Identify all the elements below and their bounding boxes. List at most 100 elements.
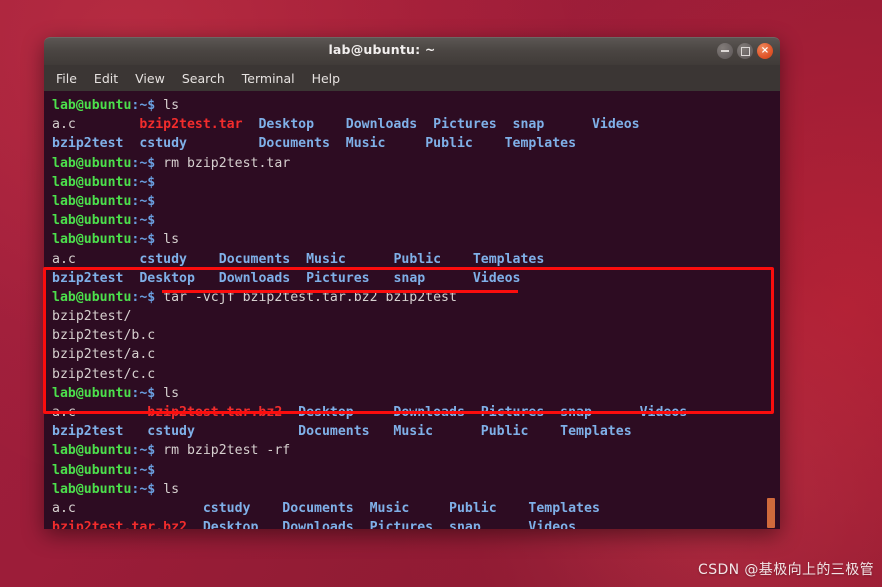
terminal-output-line: bzip2test Desktop Downloads Pictures sna… xyxy=(52,269,780,288)
terminal-output-token: cstudy xyxy=(147,424,299,440)
terminal-output-token: Pictures xyxy=(369,520,450,529)
terminal-output-token: Public xyxy=(425,136,505,152)
prompt-user-host: lab@ubuntu xyxy=(52,289,132,305)
prompt-path: :~$ xyxy=(131,443,156,459)
prompt-user-host: lab@ubuntu xyxy=(52,462,132,478)
terminal-output-token: Public xyxy=(449,500,529,516)
terminal-output-token: Documents xyxy=(258,136,346,152)
prompt-path: :~$ xyxy=(131,232,156,248)
terminal-output-token: bzip2test.tar xyxy=(139,117,259,133)
terminal-output-token: bzip2test/c.c xyxy=(52,366,156,382)
prompt-user-host: lab@ubuntu xyxy=(52,174,132,190)
terminal-output-token: a.c xyxy=(52,500,203,516)
prompt-path: :~$ xyxy=(131,481,156,497)
menu-item-help[interactable]: Help xyxy=(312,71,341,86)
maximize-button[interactable] xyxy=(737,43,753,59)
terminal-scrollbar-thumb[interactable] xyxy=(767,498,775,528)
menu-item-file[interactable]: File xyxy=(56,71,77,86)
terminal-output-token: Templates xyxy=(560,424,632,440)
terminal-output-token: bzip2test xyxy=(52,136,140,152)
terminal-output-area[interactable]: lab@ubuntu:~$ ls a.c bzip2test.tar Deskto… xyxy=(44,91,780,529)
watermark-text: CSDN @基极向上的三极管 xyxy=(698,562,874,578)
menu-item-edit[interactable]: Edit xyxy=(94,71,118,86)
minimize-button[interactable] xyxy=(717,43,733,59)
terminal-output-token: Videos xyxy=(528,520,577,529)
terminal-output-token: bzip2test.tar.bz2 xyxy=(147,405,299,420)
window-controls: × xyxy=(717,43,773,59)
terminal-output-token: Music xyxy=(393,424,481,440)
terminal-output-token: Templates xyxy=(528,500,600,516)
terminal-prompt-line: lab@ubuntu:~$ ls xyxy=(52,96,780,115)
terminal-output-line: bzip2test/b.c xyxy=(52,326,780,345)
terminal-output-line: bzip2test/ xyxy=(52,307,780,326)
close-button[interactable]: × xyxy=(757,43,773,59)
terminal-output-token: bzip2test/b.c xyxy=(52,328,156,344)
terminal-output-token: Documents xyxy=(298,424,394,440)
terminal-menu-bar: File Edit View Search Terminal Help xyxy=(44,65,780,91)
terminal-output-token: Documents xyxy=(282,500,370,516)
terminal-prompt-line: lab@ubuntu:~$ rm bzip2test.tar xyxy=(52,154,780,173)
prompt-user-host: lab@ubuntu xyxy=(52,443,132,459)
terminal-output-token: cstudy xyxy=(139,136,259,152)
terminal-output-token: Videos xyxy=(639,405,688,420)
terminal-output-token: bzip2test/a.c xyxy=(52,347,156,363)
prompt-path: :~$ xyxy=(131,155,156,171)
prompt-user-host: lab@ubuntu xyxy=(52,385,132,401)
terminal-output-line: bzip2test cstudy Documents Music Public … xyxy=(52,422,780,441)
terminal-output-token: bzip2test xyxy=(52,424,148,440)
menu-item-terminal[interactable]: Terminal xyxy=(242,71,295,86)
prompt-user-host: lab@ubuntu xyxy=(52,232,132,248)
terminal-output-token: Public xyxy=(480,424,561,440)
terminal-output-token: Downloads xyxy=(345,117,434,133)
terminal-output-token: Pictures xyxy=(480,405,561,420)
window-title: lab@ubuntu: ~ xyxy=(328,42,436,57)
terminal-prompt-line: lab@ubuntu:~$ ls xyxy=(52,230,780,249)
terminal-output-line: a.c cstudy Documents Music Public Templa… xyxy=(52,250,780,269)
terminal-output-token: snap xyxy=(393,270,473,286)
terminal-prompt-line: lab@ubuntu:~$ ls xyxy=(52,480,780,499)
terminal-title-bar[interactable]: lab@ubuntu: ~ × xyxy=(44,37,780,65)
terminal-output-token: Music xyxy=(369,500,450,516)
terminal-prompt-line: lab@ubuntu:~$ ls xyxy=(52,384,780,403)
terminal-output-token: Pictures xyxy=(433,117,513,133)
prompt-path: :~$ xyxy=(131,213,156,229)
prompt-user-host: lab@ubuntu xyxy=(52,155,132,171)
terminal-output-token: bzip2test xyxy=(52,270,140,286)
menu-item-search[interactable]: Search xyxy=(182,71,225,86)
minimize-icon xyxy=(721,50,729,52)
menu-item-view[interactable]: View xyxy=(135,71,165,86)
terminal-output-token: Music xyxy=(345,136,426,152)
terminal-output-token: Documents xyxy=(218,251,307,267)
terminal-output-line: bzip2test/c.c xyxy=(52,365,780,384)
prompt-path: :~$ xyxy=(131,385,156,401)
prompt-user-host: lab@ubuntu xyxy=(52,98,132,113)
terminal-output-line: bzip2test/a.c xyxy=(52,345,780,364)
terminal-output-token: Desktop xyxy=(139,270,219,286)
prompt-path: :~$ xyxy=(131,174,156,190)
terminal-output-token: Downloads xyxy=(218,270,307,286)
prompt-path: :~$ xyxy=(131,193,156,209)
terminal-output-token: cstudy xyxy=(139,251,219,267)
terminal-output-token: cstudy xyxy=(202,500,283,516)
desktop-background: lab@ubuntu: ~ × File Edit View Search Te… xyxy=(0,0,882,587)
terminal-output-token: snap xyxy=(449,520,529,529)
terminal-prompt-line: lab@ubuntu:~$ xyxy=(52,461,780,480)
terminal-output-token: bzip2test/ xyxy=(52,309,132,325)
terminal-command-text: ls xyxy=(155,481,180,497)
prompt-path: :~$ xyxy=(131,289,156,305)
terminal-output-token: Templates xyxy=(504,136,577,152)
prompt-user-host: lab@ubuntu xyxy=(52,193,132,209)
terminal-command-text: ls xyxy=(155,232,180,248)
terminal-output-line: a.c bzip2test.tar.bz2 Desktop Downloads … xyxy=(52,403,780,422)
terminal-output-line: a.c cstudy Documents Music Public Templa… xyxy=(52,499,780,518)
terminal-output-token: Desktop xyxy=(258,117,346,133)
terminal-prompt-line: lab@ubuntu:~$ xyxy=(52,192,780,211)
maximize-icon xyxy=(740,46,750,56)
terminal-output-token: Desktop xyxy=(202,520,283,529)
terminal-prompt-line: lab@ubuntu:~$ xyxy=(52,173,780,192)
terminal-output-token: snap xyxy=(560,405,640,420)
terminal-output-token: Public xyxy=(393,251,473,267)
terminal-prompt-line: lab@ubuntu:~$ xyxy=(52,211,780,230)
terminal-output-token: Downloads xyxy=(393,405,481,420)
terminal-output-token: Videos xyxy=(591,117,640,133)
